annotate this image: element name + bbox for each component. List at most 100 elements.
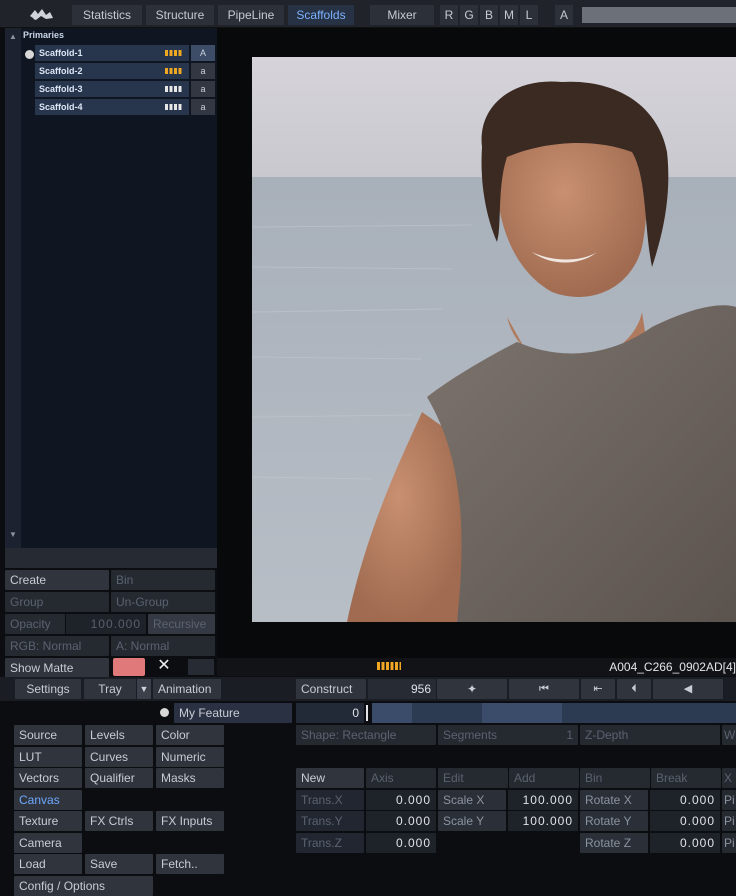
app-logo-icon[interactable] — [26, 6, 56, 24]
frame-field[interactable]: 956 — [368, 679, 436, 699]
matte-color-swatch[interactable] — [113, 658, 145, 676]
config-options-button[interactable]: Config / Options — [14, 876, 153, 896]
channel-a[interactable]: A — [555, 5, 573, 25]
scale-y-field[interactable]: 100.000 — [508, 811, 578, 831]
param-label: Scale X — [438, 790, 506, 810]
menu-numeric[interactable]: Numeric — [156, 747, 224, 767]
pivot-field[interactable]: Pi — [722, 833, 736, 853]
segments-value[interactable]: 1 — [566, 725, 573, 745]
feature-select[interactable]: My Feature — [174, 703, 292, 723]
go-to-start-icon[interactable]: ⏮ — [509, 679, 579, 699]
menu-curves[interactable]: Curves — [85, 747, 153, 767]
timeline-indicator — [377, 662, 401, 670]
tray-dropdown-icon[interactable]: ▼ — [137, 679, 151, 699]
load-button[interactable]: Load — [14, 854, 82, 874]
menu-camera[interactable]: Camera — [14, 833, 82, 853]
matte-toggle[interactable] — [188, 659, 214, 675]
menu-fx-inputs[interactable]: FX Inputs — [156, 811, 224, 831]
channel-r[interactable]: R — [440, 5, 458, 25]
zdepth-field[interactable]: Z-Depth — [580, 725, 720, 745]
scaffold-row[interactable]: Scaffold-2 — [35, 63, 189, 79]
add-point-button[interactable]: Add — [509, 768, 579, 788]
tab-scaffolds[interactable]: Scaffolds — [288, 5, 354, 25]
fetch-button[interactable]: Fetch.. — [156, 854, 224, 874]
menu-texture[interactable]: Texture — [14, 811, 82, 831]
menu-vectors[interactable]: Vectors — [14, 768, 82, 788]
rotate-y-field[interactable]: 0.000 — [650, 811, 720, 831]
scaffold-mode-button[interactable]: A — [191, 45, 215, 61]
animation-button[interactable]: Animation — [153, 679, 221, 699]
ungroup-button[interactable]: Un-Group — [111, 592, 215, 612]
scaffold-mode-button[interactable]: a — [191, 63, 215, 79]
channel-g[interactable]: G — [460, 5, 478, 25]
position-field[interactable]: 0 — [296, 703, 364, 723]
pivot-field[interactable]: Pi — [722, 811, 736, 831]
trans-z-field[interactable]: 0.000 — [366, 833, 436, 853]
menu-canvas[interactable]: Canvas — [14, 790, 82, 810]
scaffold-indicator — [165, 50, 183, 56]
tab-structure[interactable]: Structure — [146, 5, 214, 25]
alpha-mode-select[interactable]: A: Normal — [111, 636, 215, 656]
prev-key-icon[interactable]: ⇤ — [581, 679, 615, 699]
scaffold-scrollbar[interactable]: ▲ ▼ — [5, 28, 21, 548]
menu-source[interactable]: Source — [14, 725, 82, 745]
scaffold-row[interactable]: Scaffold-1 — [35, 45, 189, 61]
param-label: Rotate Z — [580, 833, 648, 853]
opacity-field[interactable]: 100.000 — [66, 614, 146, 634]
rotate-x-field[interactable]: 0.000 — [650, 790, 720, 810]
edit-button[interactable]: Edit — [438, 768, 508, 788]
shape-select[interactable]: Shape: Rectangle — [296, 725, 436, 745]
trans-x-field[interactable]: 0.000 — [366, 790, 436, 810]
panel-divider — [5, 548, 217, 568]
param-label: Trans.X — [296, 790, 364, 810]
scaffold-mode-button[interactable]: a — [191, 99, 215, 115]
rgb-mode-select[interactable]: RGB: Normal — [5, 636, 109, 656]
keyframe-icon[interactable]: ✦ — [437, 679, 507, 699]
menu-color[interactable]: Color — [156, 725, 224, 745]
group-button[interactable]: Group — [5, 592, 109, 612]
close-icon[interactable]: ✕ — [150, 656, 178, 676]
axis-button[interactable]: Axis — [366, 768, 436, 788]
bin-button[interactable]: Bin — [111, 570, 215, 590]
scaffold-row[interactable]: Scaffold-3 — [35, 81, 189, 97]
opacity-label: Opacity — [5, 614, 65, 634]
menu-fx-ctrls[interactable]: FX Ctrls — [85, 811, 153, 831]
show-matte-button[interactable]: Show Matte — [5, 658, 109, 678]
tray-button[interactable]: Tray — [84, 679, 136, 699]
timeline-track[interactable] — [372, 703, 736, 723]
save-button[interactable]: Save — [85, 854, 153, 874]
break-button[interactable]: Break — [651, 768, 721, 788]
channel-l[interactable]: L — [520, 5, 538, 25]
scaffold-mode-button[interactable]: a — [191, 81, 215, 97]
top-toolbar: Statistics Structure PipeLine Scaffolds … — [0, 0, 736, 28]
rotate-z-field[interactable]: 0.000 — [650, 833, 720, 853]
scroll-down-icon[interactable]: ▼ — [9, 530, 17, 539]
playhead[interactable] — [366, 705, 368, 721]
settings-button[interactable]: Settings — [15, 679, 81, 699]
tab-pipeline[interactable]: PipeLine — [218, 5, 284, 25]
trans-y-field[interactable]: 0.000 — [366, 811, 436, 831]
play-reverse-icon[interactable]: ◀ — [653, 679, 723, 699]
menu-qualifier[interactable]: Qualifier — [85, 768, 153, 788]
scaffold-row[interactable]: Scaffold-4 — [35, 99, 189, 115]
tab-mixer[interactable]: Mixer — [370, 5, 434, 25]
construct-button[interactable]: Construct — [296, 679, 366, 699]
menu-lut[interactable]: LUT — [14, 747, 82, 767]
channel-m[interactable]: M — [500, 5, 518, 25]
w-field[interactable]: W — [722, 725, 736, 745]
scale-x-field[interactable]: 100.000 — [508, 790, 578, 810]
segments-label-text: Segments — [443, 728, 498, 742]
new-shape-button[interactable]: New — [296, 768, 364, 788]
bin-shape-button[interactable]: Bin — [580, 768, 650, 788]
extra-tool-button[interactable]: X — [722, 768, 736, 788]
create-button[interactable]: Create — [5, 570, 109, 590]
scroll-up-icon[interactable]: ▲ — [9, 32, 17, 41]
menu-masks[interactable]: Masks — [156, 768, 224, 788]
menu-levels[interactable]: Levels — [85, 725, 153, 745]
channel-b[interactable]: B — [480, 5, 498, 25]
tab-statistics[interactable]: Statistics — [72, 5, 142, 25]
pivot-field[interactable]: Pi — [722, 790, 736, 810]
param-label: Trans.Y — [296, 811, 364, 831]
step-back-icon[interactable]: ⏴ — [617, 679, 651, 699]
recursive-button[interactable]: Recursive — [148, 614, 215, 634]
